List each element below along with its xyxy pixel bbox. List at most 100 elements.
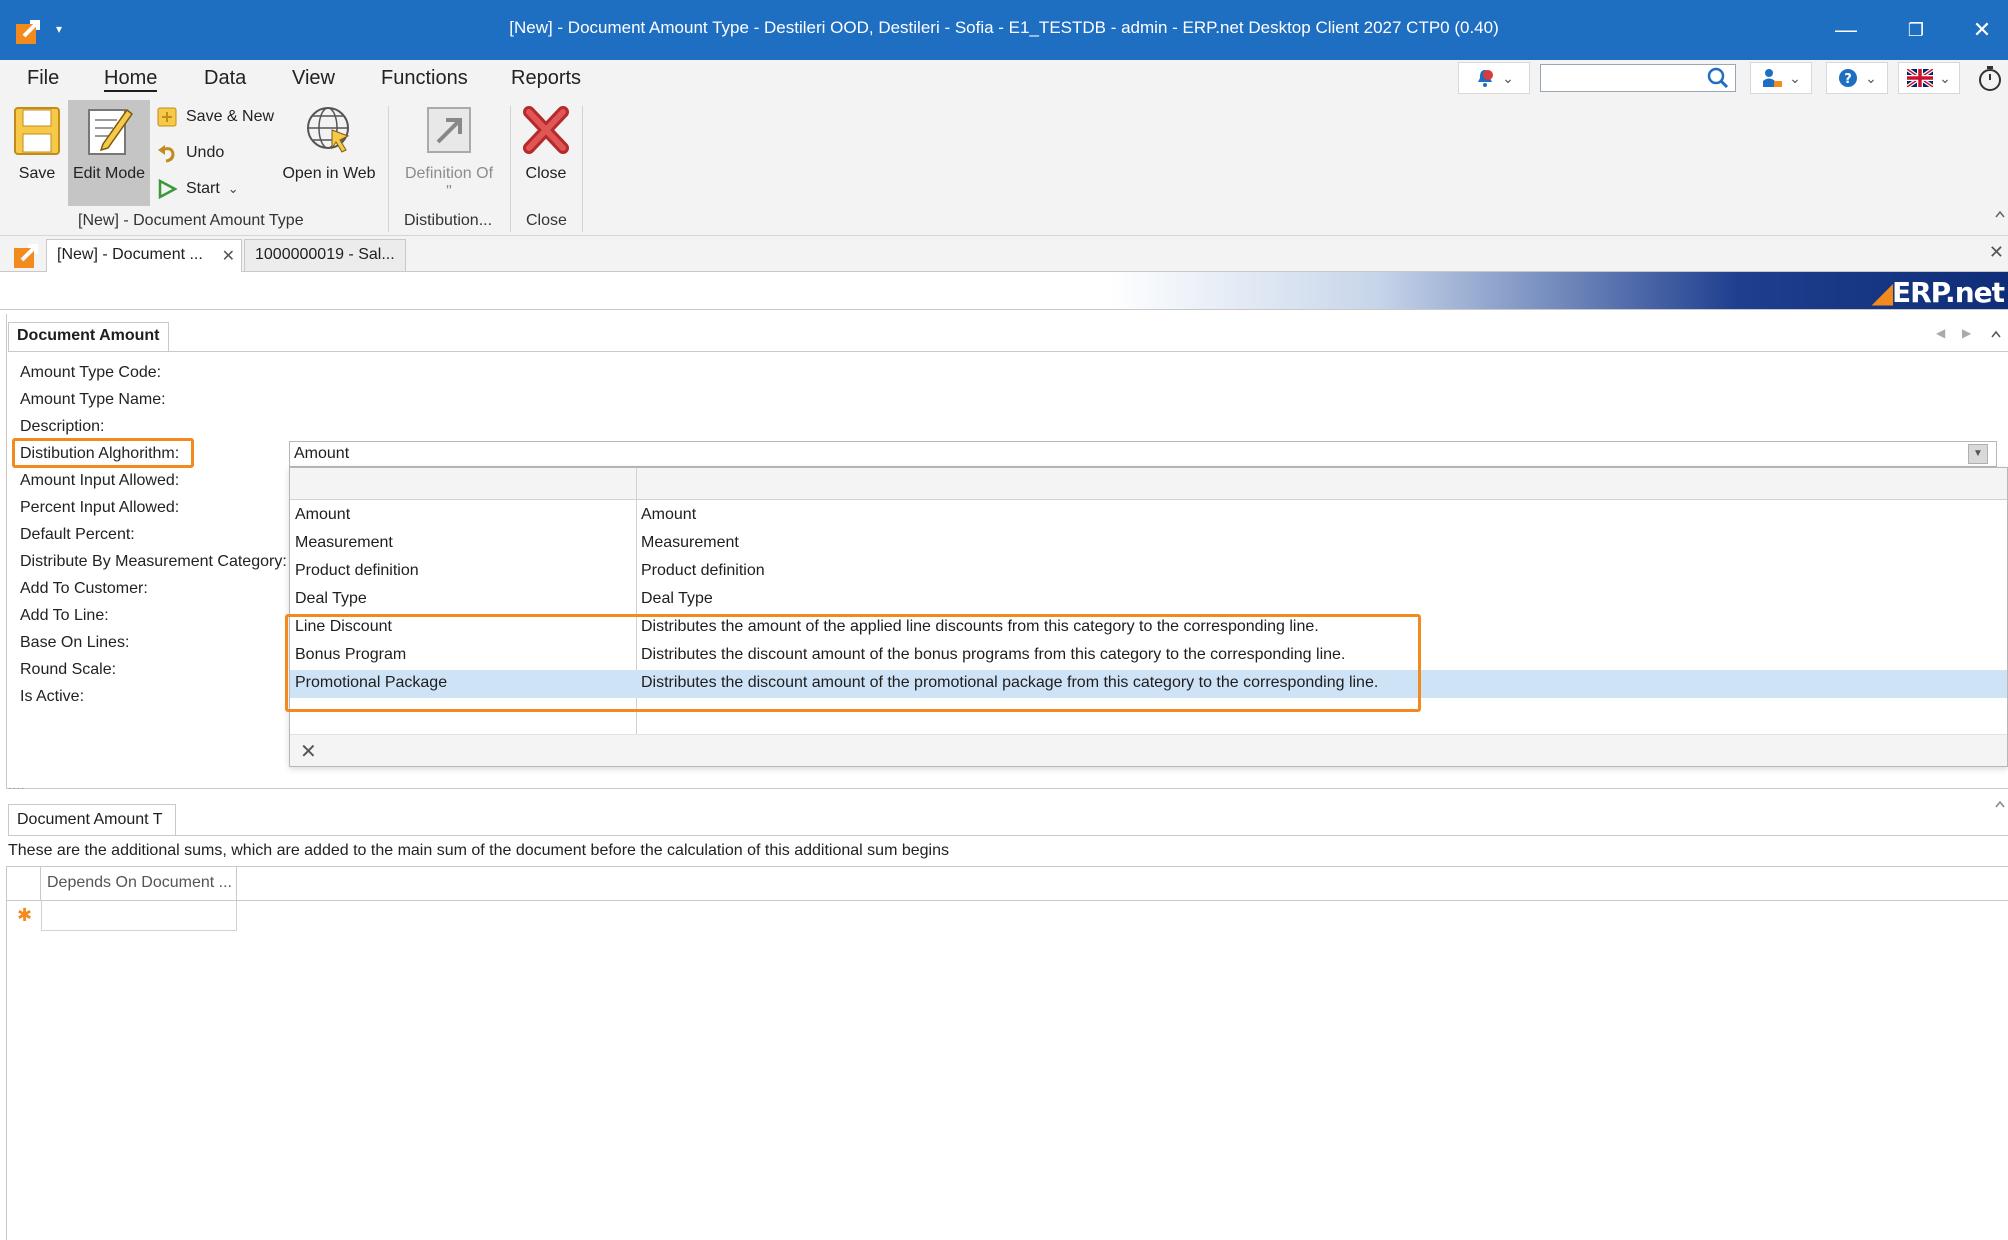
arrow-link-icon: [427, 107, 471, 153]
close-all-tabs-icon[interactable]: ✕: [1989, 242, 2004, 263]
header-banner: ◢ERP.net: [0, 272, 2008, 310]
dropdown-option[interactable]: Deal Type Deal Type: [290, 586, 2007, 614]
edit-pencil-icon: [88, 108, 134, 155]
collapse-ribbon-icon[interactable]: [1994, 208, 2006, 220]
save-new-button[interactable]: Save & New: [156, 106, 274, 128]
collapse-section-icon[interactable]: [1990, 328, 2002, 340]
distribute-by-measurement-label: Distribute By Measurement Category:: [20, 553, 287, 570]
tab-label: 1000000019 - Sal...: [255, 246, 395, 263]
option-description: Deal Type: [641, 590, 713, 607]
start-button[interactable]: Start ⌄: [156, 178, 239, 200]
stopwatch-icon[interactable]: [1976, 64, 2004, 92]
ribbon-group-main-label: [New] - Document Amount Type: [78, 212, 304, 229]
dropdown-option[interactable]: Amount Amount: [290, 502, 2007, 530]
edit-mode-label: Edit Mode: [72, 165, 146, 182]
percent-input-allowed-label: Percent Input Allowed:: [20, 499, 180, 516]
help-button[interactable]: ? ⌄: [1826, 62, 1888, 94]
panel-splitter[interactable]: ····: [6, 783, 2008, 798]
user-button[interactable]: ⌄: [1750, 62, 1812, 94]
divider: [8, 351, 2008, 352]
close-x-icon: [523, 106, 569, 154]
open-in-web-label: Open in Web: [282, 165, 376, 182]
collapse-panel-icon[interactable]: [1994, 798, 2006, 810]
menu-file[interactable]: File: [27, 67, 59, 90]
undo-button[interactable]: Undo: [156, 142, 224, 164]
chevron-down-icon: ⌄: [1939, 69, 1951, 86]
description-label: Description:: [20, 418, 105, 435]
dropdown-arrow-icon[interactable]: ▼: [1968, 444, 1988, 464]
globe-icon: [307, 107, 350, 153]
ribbon-separator: [510, 106, 511, 232]
combo-value: Amount: [294, 445, 350, 462]
scroll-left-icon[interactable]: ◀: [1936, 326, 1945, 340]
new-row-icon: ✱: [17, 905, 33, 925]
search-icon[interactable]: [1706, 66, 1730, 90]
highlight-distribution-label: [12, 438, 194, 468]
option-description: Measurement: [641, 534, 739, 551]
chevron-down-icon: ⌄: [1865, 69, 1877, 86]
chevron-down-icon: ⌄: [227, 181, 239, 196]
option-description: Product definition: [641, 562, 765, 579]
ribbon-group-distribution-label: Distibution...: [404, 212, 493, 229]
ribbon-separator: [582, 106, 583, 232]
add-to-customer-label: Add To Customer:: [20, 580, 148, 597]
dropdown-footer: ✕: [290, 734, 2007, 766]
tab-document-amount-types[interactable]: Document Amount T: [8, 804, 176, 836]
start-label: Start: [186, 180, 220, 197]
close-window-button[interactable]: ✕: [1956, 10, 2008, 50]
section-tab-document-amount[interactable]: Document Amount: [8, 322, 169, 352]
bell-icon: [1478, 70, 1494, 87]
close-document-button[interactable]: Close: [512, 104, 580, 206]
restore-button[interactable]: ❐: [1886, 10, 1946, 50]
definition-of-button[interactable]: Definition Of ": [404, 104, 494, 206]
new-row-cell[interactable]: [41, 901, 237, 931]
user-icon: [1763, 69, 1783, 87]
play-icon: [158, 178, 178, 200]
logo-text: ERP.net: [1891, 276, 2005, 309]
option-name: Deal Type: [295, 590, 367, 607]
clear-selection-icon[interactable]: ✕: [300, 739, 317, 764]
tab-sales-order[interactable]: 1000000019 - Sal...: [244, 239, 406, 271]
is-active-label: Is Active:: [20, 688, 85, 705]
chevron-down-icon: ⌄: [1789, 69, 1801, 86]
default-percent-label: Default Percent:: [20, 526, 135, 543]
base-on-lines-label: Base On Lines:: [20, 634, 130, 651]
splitter-grip[interactable]: ····: [8, 783, 25, 794]
minimize-button[interactable]: —: [1816, 10, 1876, 50]
chevron-down-icon: ⌄: [1502, 69, 1514, 86]
tab-label: [New] - Document ...: [57, 246, 203, 263]
option-name: Product definition: [295, 562, 419, 579]
tab-new-document[interactable]: [New] - Document ... ✕: [46, 239, 242, 273]
save-new-label: Save & New: [186, 108, 275, 125]
dropdown-option[interactable]: Product definition Product definition: [290, 558, 2007, 586]
divider: [8, 835, 2008, 836]
close-tab-icon[interactable]: ✕: [222, 246, 235, 266]
menu-data[interactable]: Data: [204, 67, 246, 90]
edit-mode-button[interactable]: Edit Mode: [68, 100, 150, 206]
document-tabs: [New] - Document ... ✕ 1000000019 - Sal.…: [0, 236, 2008, 273]
open-in-web-button[interactable]: Open in Web: [280, 104, 378, 206]
language-button[interactable]: ⌄: [1898, 62, 1960, 94]
column-depends-on-document[interactable]: Depends On Document ...: [41, 867, 237, 901]
round-scale-label: Round Scale:: [20, 661, 117, 678]
grid-header: Depends On Document ...: [7, 867, 2008, 901]
menu-reports[interactable]: Reports: [511, 67, 581, 90]
scroll-right-icon[interactable]: ▶: [1962, 326, 1971, 340]
floppy-disk-icon: [14, 107, 60, 155]
menu-functions[interactable]: Functions: [381, 67, 468, 90]
window-title: [New] - Document Amount Type - Destileri…: [509, 18, 1499, 37]
undo-icon: [158, 145, 175, 163]
undo-label: Undo: [186, 144, 225, 161]
amount-type-name-label: Amount Type Name:: [20, 391, 166, 408]
title-bar: ▾ [New] - Document Amount Type - Destile…: [0, 0, 2008, 60]
notifications-button[interactable]: ⌄: [1458, 62, 1530, 94]
dropdown-header: [290, 468, 2007, 500]
option-name: Amount: [295, 506, 351, 523]
save-button[interactable]: Save: [6, 104, 68, 206]
menu-home[interactable]: Home: [104, 67, 158, 92]
distribution-algorithm-combo[interactable]: Amount ▼: [289, 441, 1997, 467]
menu-view[interactable]: View: [292, 67, 335, 90]
help-icon: ?: [1839, 69, 1858, 87]
svg-text:?: ?: [1844, 72, 1852, 87]
dropdown-option[interactable]: Measurement Measurement: [290, 530, 2007, 558]
